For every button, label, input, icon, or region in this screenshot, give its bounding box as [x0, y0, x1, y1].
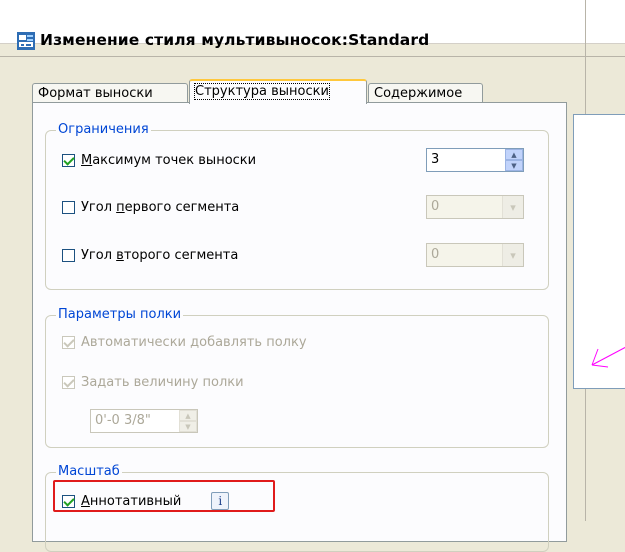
- max-points-label: Максимум точек выноски: [81, 153, 256, 168]
- accel-key: М: [81, 152, 93, 168]
- second-angle-label: Угол второго сегмента: [81, 248, 238, 263]
- tab-label: Структура выноски: [194, 83, 330, 100]
- constraints-group-title: Ограничения: [56, 122, 151, 137]
- second-angle-row[interactable]: Угол второго сегмента: [62, 244, 238, 266]
- constraints-group: Ограничения Максимум точек выноски 3 ▲ ▼…: [45, 122, 549, 290]
- leader-arrow-icon: [591, 346, 625, 368]
- auto-landing-checkbox: [62, 335, 75, 349]
- max-points-spinner[interactable]: 3 ▲ ▼: [426, 148, 524, 172]
- tab-panel: Ограничения Максимум точек выноски 3 ▲ ▼…: [32, 102, 567, 552]
- spin-down-icon[interactable]: ▼: [505, 160, 523, 171]
- dialog-window: Изменение стиля мультивыносок:Standard Ф…: [0, 0, 625, 552]
- title-separator: [0, 56, 625, 57]
- landing-group-title: Параметры полки: [56, 307, 184, 322]
- scale-group-title: Масштаб: [56, 464, 122, 479]
- second-angle-combo[interactable]: 0 ▾: [426, 243, 524, 267]
- label-rest: аксимум точек выноски: [92, 152, 257, 168]
- set-distance-row: Задать величину полки: [62, 371, 244, 393]
- auto-landing-row: Автоматически добавлять полку: [62, 331, 307, 353]
- auto-landing-label: Автоматически добавлять полку: [81, 334, 307, 350]
- app-icon: [17, 32, 35, 50]
- landing-distance-value: 0'-0 3/8": [95, 413, 151, 428]
- label-rest: ервого сегмента: [124, 199, 240, 215]
- spin-up-icon[interactable]: ▲: [505, 149, 523, 160]
- first-angle-row[interactable]: Угол первого сегмента: [62, 196, 239, 218]
- tab-label: Содержимое: [374, 86, 463, 101]
- accel-key: в: [116, 247, 124, 263]
- window-title: Изменение стиля мультивыносок:Standard: [40, 31, 430, 49]
- title-bar: Изменение стиля мультивыносок:Standard: [0, 0, 625, 50]
- max-points-row[interactable]: Максимум точек выноски: [62, 149, 256, 171]
- first-angle-checkbox[interactable]: [62, 200, 75, 214]
- first-angle-combo[interactable]: 0 ▾: [426, 195, 524, 219]
- tab-leader-structure[interactable]: Структура выноски: [189, 79, 367, 104]
- spinner-buttons: ▲ ▼: [178, 410, 197, 432]
- tab-content[interactable]: Содержимое: [368, 83, 483, 103]
- first-angle-value: 0: [431, 199, 440, 214]
- landing-distance-spinner: 0'-0 3/8" ▲ ▼: [90, 409, 198, 433]
- max-points-checkbox[interactable]: [62, 153, 75, 167]
- accel-key: п: [116, 199, 125, 215]
- preview-pane: [573, 114, 625, 389]
- tab-leader-format[interactable]: Формат выноски: [32, 83, 188, 103]
- label-pre: Угол: [81, 199, 117, 215]
- label-rest: торого сегмента: [123, 247, 239, 263]
- spin-down-icon: ▼: [179, 421, 197, 432]
- spin-up-icon: ▲: [179, 410, 197, 421]
- second-angle-value: 0: [431, 247, 440, 262]
- landing-group: Параметры полки Автоматически добавлять …: [45, 307, 549, 448]
- label-pre: Угол: [81, 247, 117, 263]
- set-distance-checkbox: [62, 375, 75, 389]
- spinner-buttons: ▲ ▼: [504, 149, 523, 171]
- second-angle-checkbox[interactable]: [62, 248, 75, 262]
- set-distance-label: Задать величину полки: [81, 374, 244, 390]
- chevron-down-icon[interactable]: ▾: [502, 244, 523, 266]
- max-points-value: 3: [431, 152, 440, 167]
- annotative-highlight: [53, 480, 275, 512]
- chevron-down-icon[interactable]: ▾: [502, 196, 523, 218]
- first-angle-label: Угол первого сегмента: [81, 200, 239, 215]
- tab-label: Формат выноски: [38, 86, 153, 101]
